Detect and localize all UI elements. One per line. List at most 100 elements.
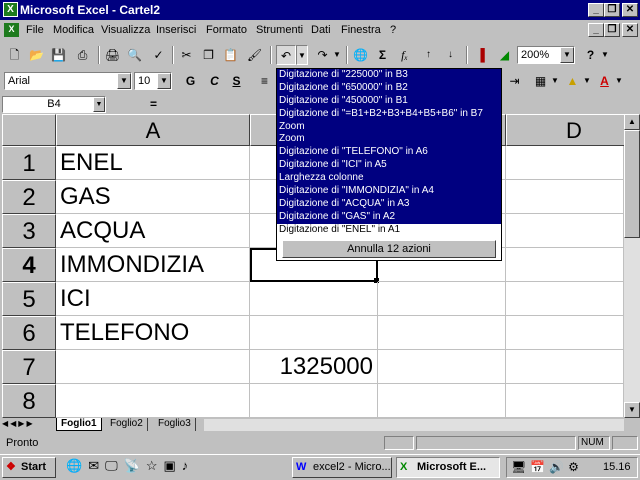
row-header-2[interactable]: 2 bbox=[2, 180, 56, 214]
zoom-select[interactable]: 200% ▼ bbox=[517, 46, 575, 64]
undo-icon[interactable]: ↶ bbox=[276, 45, 296, 65]
undo-dropdown-arrow-icon[interactable]: ▼ bbox=[296, 45, 308, 65]
undo-history-item[interactable]: Digitazione di "TELEFONO" in A6 bbox=[277, 146, 501, 160]
cell-a8[interactable] bbox=[56, 384, 250, 418]
spellcheck-icon[interactable]: ✓ bbox=[148, 45, 169, 65]
cell-a6[interactable]: TELEFONO bbox=[56, 316, 250, 350]
excel-app-icon[interactable]: X bbox=[3, 2, 18, 17]
new-icon[interactable]: 🗋 bbox=[4, 45, 25, 65]
minimize-button[interactable]: _ bbox=[588, 3, 604, 17]
indent-icon[interactable]: ⇥ bbox=[504, 71, 525, 91]
row-header-7[interactable]: 7 bbox=[2, 350, 56, 384]
row-header-5[interactable]: 5 bbox=[2, 282, 56, 316]
sheet-tab-foglio3[interactable]: Foglio3 bbox=[154, 418, 196, 431]
format-painter-icon[interactable]: 🖌 bbox=[244, 45, 265, 65]
taskbar-item-excel[interactable]: X Microsoft E... bbox=[396, 457, 500, 478]
row-header-3[interactable]: 3 bbox=[2, 214, 56, 248]
cell-b7[interactable]: 1325000 bbox=[250, 350, 378, 384]
fill-color-dropdown-icon[interactable]: ▼ bbox=[582, 71, 592, 91]
cell-d2[interactable] bbox=[506, 180, 624, 214]
cell-c7[interactable] bbox=[378, 350, 506, 384]
undo-history-item[interactable]: Digitazione di "ACQUA" in A3 bbox=[277, 197, 501, 211]
paste-icon[interactable]: 📋 bbox=[220, 45, 241, 65]
undo-history-item[interactable]: Digitazione di "450000" in B1 bbox=[277, 94, 501, 108]
sort-descending-icon[interactable]: ↓ bbox=[440, 45, 461, 65]
font-color-icon[interactable]: A bbox=[594, 71, 615, 91]
chevron-down-icon[interactable]: ▼ bbox=[560, 47, 574, 63]
font-color-dropdown-icon[interactable]: ▼ bbox=[614, 71, 624, 91]
cell-d7[interactable] bbox=[506, 350, 624, 384]
open-folder-icon[interactable]: 📂 bbox=[26, 45, 47, 65]
borders-icon[interactable]: ▦ bbox=[530, 71, 551, 91]
cut-icon[interactable]: ✂ bbox=[176, 45, 197, 65]
cell-d4[interactable] bbox=[506, 248, 624, 282]
internet-explorer-icon[interactable]: 🌐 bbox=[66, 458, 88, 473]
undo-history-dropdown[interactable]: Digitazione di "225000" in B3 Digitazione… bbox=[276, 68, 502, 261]
menu-strumenti[interactable]: Strumenti bbox=[256, 24, 303, 36]
column-header-a[interactable]: A bbox=[56, 114, 250, 146]
borders-dropdown-icon[interactable]: ▼ bbox=[550, 71, 560, 91]
row-header-6[interactable]: 6 bbox=[2, 316, 56, 350]
print-icon[interactable]: ⎙ bbox=[72, 45, 93, 65]
undo-history-item[interactable]: Digitazione di "ICI" in A5 bbox=[277, 159, 501, 173]
undo-history-item[interactable]: Zoom bbox=[277, 133, 501, 147]
undo-history-item[interactable]: Digitazione di "=B1+B2+B3+B4+B5+B6" in B… bbox=[277, 107, 501, 121]
cell-c8[interactable] bbox=[378, 384, 506, 418]
channels-icon[interactable]: 📡 bbox=[124, 458, 146, 473]
cell-c5[interactable] bbox=[378, 282, 506, 316]
font-size-select[interactable]: 10 ▼ bbox=[134, 72, 172, 90]
cell-d3[interactable] bbox=[506, 214, 624, 248]
sort-ascending-icon[interactable]: ↑ bbox=[418, 45, 439, 65]
quick-launch-icon[interactable]: ♪ bbox=[182, 458, 195, 473]
chevron-down-icon[interactable]: ▼ bbox=[117, 73, 131, 89]
cell-d8[interactable] bbox=[506, 384, 624, 418]
vertical-scrollbar[interactable]: ▲ ▼ bbox=[624, 114, 640, 418]
cell-d1[interactable] bbox=[506, 146, 624, 180]
autosum-button[interactable]: Σ bbox=[372, 45, 393, 65]
cell-a3[interactable]: ACQUA bbox=[56, 214, 250, 248]
undo-history-item[interactable]: Digitazione di "ENEL" in A1 bbox=[277, 224, 501, 237]
font-select[interactable]: Arial ▼ bbox=[4, 72, 132, 90]
cell-b8[interactable] bbox=[250, 384, 378, 418]
undo-history-item[interactable]: Digitazione di "650000" in B2 bbox=[277, 81, 501, 95]
undo-history-item[interactable]: Digitazione di "IMMONDIZIA" in A4 bbox=[277, 185, 501, 198]
redo-icon[interactable]: ↷ bbox=[312, 45, 333, 65]
workbook-icon[interactable]: X bbox=[4, 23, 19, 37]
cell-a4[interactable]: IMMONDIZIA bbox=[56, 248, 250, 282]
scroll-down-icon[interactable]: ▼ bbox=[624, 402, 640, 418]
tray-icons[interactable]: 🖥📅🔊⚙ bbox=[511, 460, 583, 474]
menu-dati[interactable]: Dati bbox=[311, 24, 331, 36]
underline-button[interactable]: S bbox=[226, 71, 247, 91]
outlook-express-icon[interactable]: ✉ bbox=[88, 458, 105, 473]
hyperlink-globe-icon[interactable]: 🌐 bbox=[350, 45, 371, 65]
bold-button[interactable]: G bbox=[180, 71, 201, 91]
undo-history-item[interactable]: Digitazione di "GAS" in A2 bbox=[277, 210, 501, 224]
italic-button[interactable]: C bbox=[204, 71, 225, 91]
cell-d5[interactable] bbox=[506, 282, 624, 316]
cell-b5[interactable] bbox=[250, 282, 378, 316]
search-icon[interactable]: 🔍 bbox=[124, 45, 145, 65]
column-header-d[interactable]: D bbox=[506, 114, 624, 146]
more-buttons-icon[interactable]: ▼ bbox=[600, 45, 610, 65]
menu-help[interactable]: ? bbox=[390, 24, 396, 36]
row-header-8[interactable]: 8 bbox=[2, 384, 56, 418]
taskbar-item-word[interactable]: W excel2 - Micro... bbox=[292, 457, 392, 478]
office-assistant-button[interactable]: ? bbox=[580, 45, 601, 65]
undo-count-button[interactable]: Annulla 12 azioni bbox=[282, 240, 496, 258]
drawing-icon[interactable]: ◢ bbox=[494, 45, 515, 65]
cell-a5[interactable]: ICI bbox=[56, 282, 250, 316]
undo-history-item[interactable]: Digitazione di "225000" in B3 bbox=[277, 69, 501, 82]
cell-a2[interactable]: GAS bbox=[56, 180, 250, 214]
row-header-1[interactable]: 1 bbox=[2, 146, 56, 180]
row-header-4[interactable]: 4 bbox=[2, 248, 56, 282]
close-button[interactable]: ✕ bbox=[622, 3, 638, 17]
doc-close-button[interactable]: ✕ bbox=[622, 23, 638, 37]
scroll-thumb[interactable] bbox=[624, 130, 640, 238]
sheet-tab-foglio1[interactable]: Foglio1 bbox=[56, 418, 102, 431]
undo-history-item[interactable]: Larghezza colonne bbox=[277, 172, 501, 186]
cell-a1[interactable]: ENEL bbox=[56, 146, 250, 180]
cell-c6[interactable] bbox=[378, 316, 506, 350]
cell-d6[interactable] bbox=[506, 316, 624, 350]
quick-launch-icon[interactable]: ▣ bbox=[163, 458, 181, 473]
align-left-icon[interactable]: ≡ bbox=[254, 71, 275, 91]
